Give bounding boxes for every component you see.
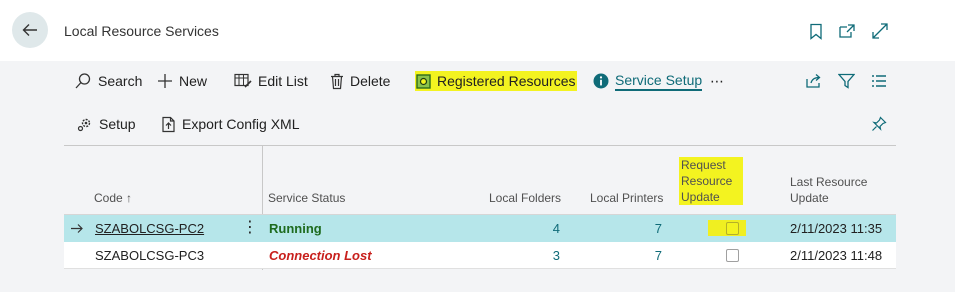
gear-icon: [77, 118, 91, 132]
bookmark-icon: [810, 23, 822, 40]
code-cell[interactable]: SZABOLCSG-PC2: [95, 215, 204, 242]
delete-button[interactable]: Delete: [330, 71, 390, 91]
service-setup-label: Service Setup: [615, 72, 703, 91]
export-file-icon: [162, 116, 175, 132]
column-header-request-update[interactable]: Request Resource Update: [679, 157, 743, 205]
code-cell[interactable]: SZABOLCSG-PC3: [95, 242, 204, 269]
page-header: Local Resource Services: [0, 0, 955, 61]
export-config-label: Export Config XML: [182, 116, 300, 132]
list-view-icon: [872, 75, 886, 87]
search-icon: [75, 73, 91, 89]
registered-resources-label: Registered Resources: [437, 73, 576, 89]
request-update-checkbox[interactable]: [726, 222, 739, 235]
last-update-cell: 2/11/2023 11:48: [790, 248, 883, 263]
column-header-last-update-line2: Update: [790, 191, 829, 205]
list-view-button[interactable]: [871, 71, 887, 91]
column-header-last-update-line1: Last Resource: [790, 175, 868, 189]
column-header-local-printers[interactable]: Local Printers: [590, 190, 663, 206]
last-update-cell: 2/11/2023 11:35: [790, 221, 883, 236]
setup-button[interactable]: Setup: [77, 114, 136, 134]
filter-icon: [838, 73, 855, 89]
expand-button[interactable]: [871, 22, 889, 40]
request-update-checkbox[interactable]: [726, 249, 739, 262]
edit-list-label: Edit List: [258, 73, 308, 89]
pin-icon: [872, 116, 887, 131]
column-header-service-status[interactable]: Service Status: [268, 190, 345, 206]
row-indicator-arrow-icon: [70, 215, 84, 242]
column-header-request-update-line1: Request: [681, 158, 726, 172]
column-header-last-update[interactable]: Last Resource Update: [790, 174, 867, 206]
edit-list-button[interactable]: Edit List: [234, 71, 308, 91]
registered-resources-button[interactable]: Registered Resources: [415, 71, 577, 91]
new-button[interactable]: New: [157, 71, 207, 91]
row-actions-ellipsis-icon[interactable]: ⋮: [242, 215, 258, 242]
more-icon: ⋯: [710, 73, 724, 89]
open-new-window-button[interactable]: [838, 22, 856, 40]
local-printers-cell[interactable]: 7: [584, 215, 662, 242]
delete-label: Delete: [350, 73, 391, 89]
new-label: New: [179, 73, 208, 89]
back-button[interactable]: [12, 12, 48, 48]
plus-icon: [158, 74, 172, 88]
pin-button[interactable]: [871, 114, 887, 134]
local-printers-cell[interactable]: 7: [584, 242, 662, 269]
filter-button[interactable]: [838, 71, 855, 91]
column-header-request-update-line2: Resource: [681, 174, 733, 188]
table-row[interactable]: SZABOLCSG-PC3 Connection Lost 3 7 2/11/2…: [64, 242, 896, 269]
share-button[interactable]: [805, 71, 823, 91]
page-title: Local Resource Services: [64, 23, 219, 39]
back-arrow-icon: [22, 24, 37, 36]
service-status-cell: Running: [269, 221, 322, 236]
trash-icon: [331, 73, 343, 89]
open-new-window-icon: [839, 24, 855, 38]
bookmark-button[interactable]: [807, 22, 825, 40]
column-header-code[interactable]: Code ↑: [94, 190, 132, 206]
edit-list-icon: [234, 73, 252, 88]
local-folders-cell[interactable]: 3: [484, 242, 560, 269]
export-config-button[interactable]: Export Config XML: [161, 114, 300, 134]
service-status-cell: Connection Lost: [269, 248, 372, 263]
registered-resources-icon: [416, 73, 431, 89]
service-setup-button[interactable]: Service Setup: [593, 71, 703, 91]
column-header-request-update-line3: Update: [681, 190, 720, 204]
grid-divider: [64, 145, 896, 146]
search-label: Search: [98, 73, 143, 89]
expand-icon: [872, 23, 888, 39]
share-icon: [806, 74, 821, 88]
local-folders-cell[interactable]: 4: [484, 215, 560, 242]
table-row[interactable]: SZABOLCSG-PC2 ⋮ Running 4 7 2/11/2023 11…: [64, 215, 896, 242]
search-button[interactable]: Search: [74, 71, 142, 91]
info-icon: [593, 73, 609, 89]
setup-label: Setup: [99, 116, 136, 132]
column-header-local-folders[interactable]: Local Folders: [489, 190, 561, 206]
more-actions-button[interactable]: ⋯: [710, 71, 724, 91]
